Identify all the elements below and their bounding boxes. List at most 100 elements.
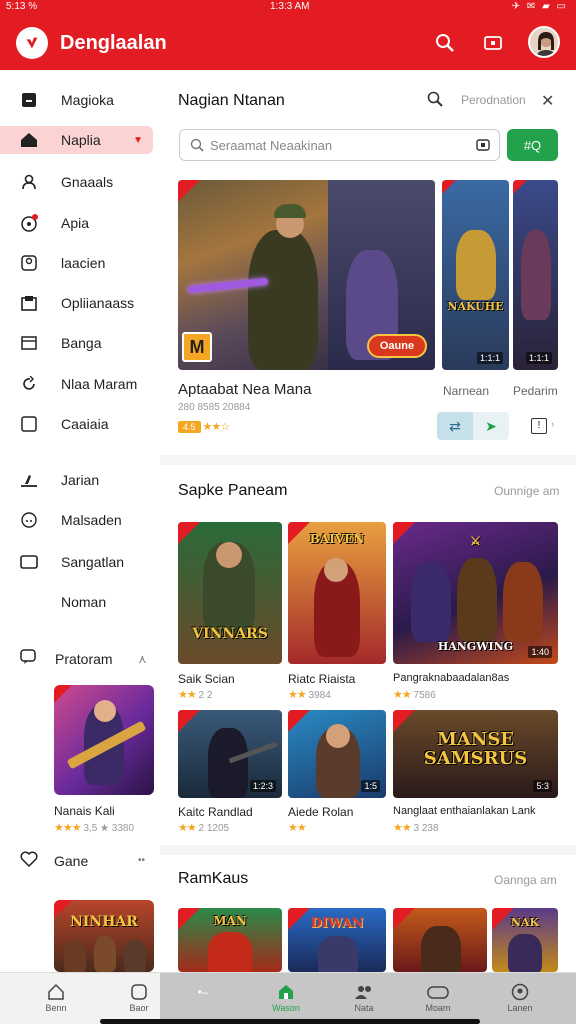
game-card-art[interactable]: 1:2:3	[178, 710, 282, 798]
corner-tag	[54, 685, 72, 703]
gallery-icon	[20, 294, 38, 312]
game-art-title: BAIVEN	[309, 532, 365, 546]
game-card-art[interactable]	[393, 908, 487, 972]
main-content: Nagian Ntanan Perodnation ✕ Seraamat Nea…	[160, 70, 576, 972]
game-card-art[interactable]: VINNARS	[178, 522, 282, 664]
hero-figure	[64, 940, 86, 972]
sidebar-item-noman[interactable]: Noman	[0, 588, 160, 616]
game-card-art[interactable]: ⚔ HANGWING 1:40	[393, 522, 558, 664]
sidebar-section-label: Gane	[54, 852, 89, 869]
sidebar-item-gnaaals[interactable]: Gnaaals	[0, 168, 160, 196]
corner-tag	[393, 908, 415, 930]
side-game-label-2[interactable]: Pedarim	[513, 384, 558, 398]
sidebar-item-label: Jarian	[61, 472, 100, 488]
app-title: Denglaalan	[60, 32, 167, 54]
play-now-button[interactable]: Oaune	[367, 334, 427, 358]
game-art-badge: 1:40	[528, 646, 552, 658]
game-card-art[interactable]: MAN	[178, 908, 282, 972]
game-card-name[interactable]: Saik Scian	[178, 672, 235, 686]
status-left: 5:13 %	[6, 1, 38, 12]
game-card-art[interactable]: MANSE SAMSRUS 5:3	[393, 710, 558, 798]
sidebar-item-magioka[interactable]: Magioka	[0, 86, 160, 114]
search-button[interactable]: #Q	[507, 129, 558, 161]
search-input[interactable]: Seraamat Neaakinan	[179, 129, 500, 161]
bottom-nav-item[interactable]: •–	[181, 981, 225, 1003]
featured-game-title[interactable]: Aptaabat Nea Mana	[178, 381, 311, 398]
bottom-nav-label: Baor	[129, 1003, 149, 1013]
game-art-title: NINHAR	[70, 914, 138, 930]
game-art-title: NAKUHE	[447, 300, 504, 313]
sidebar-item-opliianaass[interactable]: Opliianaass	[0, 289, 160, 317]
section-see-all[interactable]: Ounnige am	[494, 484, 559, 498]
sidebar-item-label: Magioka	[61, 92, 114, 108]
hero-figure	[503, 562, 543, 642]
window-icon	[20, 334, 38, 352]
sidebar-item-banga[interactable]: Banga	[0, 329, 160, 357]
bottom-nav-item[interactable]: Lanen	[498, 981, 542, 1013]
app-logo-icon[interactable]	[16, 27, 48, 59]
sidebar-item-nlaa-maram[interactable]: Nlaa Maram	[0, 370, 160, 398]
dots-icon: •–	[197, 985, 209, 999]
cast-icon[interactable]	[480, 30, 506, 56]
sidebar-section-gane[interactable]: Gane ••	[20, 851, 150, 870]
featured-game-art-3[interactable]: 1:1:1	[513, 180, 558, 370]
sidebar-section-pratoram[interactable]: Pratoram ⋏	[20, 649, 150, 668]
close-icon[interactable]: ✕	[541, 91, 554, 111]
bottom-nav-item-active[interactable]: Wason	[264, 981, 308, 1013]
bottom-nav-item[interactable]: Baor	[117, 981, 161, 1013]
scan-icon[interactable]	[476, 138, 490, 157]
featured-subtitle[interactable]: Perodnation	[461, 93, 526, 107]
sidebar-card-meta: ★★★ 3,5 ★ 3380	[54, 822, 135, 834]
sidebar-game-card[interactable]	[54, 685, 154, 795]
game-card-name[interactable]: Pangraknabaadalan8as	[393, 672, 509, 684]
sidebar-item-label: Gnaaals	[61, 174, 114, 190]
search-icon[interactable]	[427, 91, 443, 112]
expand-icon[interactable]: ⋏	[138, 652, 147, 666]
game-card-art[interactable]: DIWAN	[288, 908, 386, 972]
game-card-art[interactable]: BAIVEN	[288, 522, 386, 664]
more-icon[interactable]: ›	[551, 419, 554, 430]
sidebar-item-apia[interactable]: Apia	[0, 209, 160, 237]
corner-tag	[178, 522, 200, 544]
bottom-nav-item[interactable]: Nata	[342, 981, 386, 1013]
home-square-icon	[20, 91, 38, 109]
send-icon[interactable]: ➤	[473, 412, 509, 440]
hero-figure	[457, 558, 497, 642]
bottom-nav-item[interactable]: Moam	[416, 981, 460, 1013]
game-card-name[interactable]: Riatc Riaista	[288, 672, 355, 686]
game-art-title: DIWAN	[310, 916, 364, 931]
game-card-art[interactable]: 1:5	[288, 710, 386, 798]
home-indicator[interactable]	[100, 1019, 480, 1024]
game-card-name[interactable]: Aiede Rolan	[288, 805, 353, 819]
sidebar-item-label: Naplia	[61, 132, 101, 148]
info-icon[interactable]: !	[531, 418, 547, 434]
sidebar-item-sangatlan[interactable]: Sangatlan	[0, 548, 160, 576]
game-card-name[interactable]: Nanglaat enthaianlakan Lank	[393, 805, 536, 817]
sidebar-item-caaiaia[interactable]: Caaiaia	[0, 410, 160, 438]
hero-figure	[208, 932, 252, 972]
sidebar-item-malsaden[interactable]: Malsaden	[0, 506, 160, 534]
rating-badge: 4.5	[178, 420, 201, 433]
user-avatar[interactable]	[528, 26, 560, 58]
sidebar-item-laacien[interactable]: laacien	[0, 249, 160, 277]
featured-game-art[interactable]: M Oaune	[178, 180, 435, 370]
game-card-art[interactable]: NAK	[492, 908, 558, 972]
hero-figure	[124, 940, 146, 972]
featured-game-art-2[interactable]: NAKUHE 1:1:1	[442, 180, 509, 370]
sidebar-item-label: Apia	[61, 215, 90, 231]
corner-tag	[178, 180, 200, 202]
side-game-label-1[interactable]: Narnean	[443, 384, 489, 398]
game-card-name[interactable]: Kaitc Randlad	[178, 805, 253, 819]
sidebar-game-card-2[interactable]: NINHAR	[54, 900, 154, 972]
section-see-all[interactable]: Oannga am	[494, 873, 557, 887]
share-icon[interactable]: ⇄	[437, 412, 473, 440]
bottom-nav-item[interactable]: Benn	[34, 981, 78, 1013]
search-icon[interactable]	[432, 30, 458, 56]
section-sapke-paneam: Sapke Paneam Ounnige am VINNARS BAIVEN ⚔…	[160, 465, 576, 845]
game-art-badge: 1:2:3	[249, 780, 276, 792]
sidebar-item-jarian[interactable]: Jarian	[0, 466, 160, 494]
chat-icon	[20, 649, 36, 668]
browse-icon	[117, 981, 161, 1003]
sidebar-item-naplia[interactable]: Naplia ▼	[0, 126, 153, 154]
more-icon[interactable]: ••	[138, 855, 145, 866]
